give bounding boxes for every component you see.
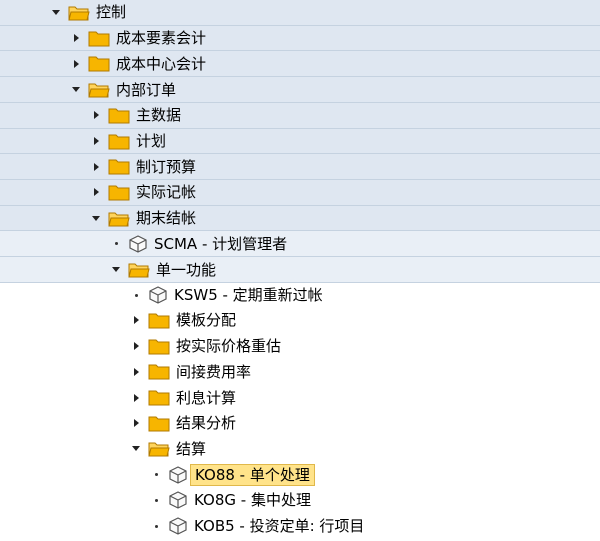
leaf-bullet-icon [150, 469, 162, 481]
tree-node[interactable]: 内部订单 [0, 76, 600, 103]
tree-node[interactable]: 制订预算 [0, 153, 600, 180]
leaf-bullet-icon [130, 289, 142, 301]
tree-node-label[interactable]: 成本要素会计 [116, 28, 206, 48]
folder-icon [148, 363, 170, 380]
folder-open-icon [128, 261, 150, 278]
expand-arrow-icon[interactable] [90, 186, 102, 198]
tree-node-label[interactable]: 间接费用率 [176, 362, 251, 382]
tree-node-label[interactable]: 模板分配 [176, 310, 236, 330]
tree-node[interactable]: 实际记帐 [0, 178, 600, 205]
tree-node-label[interactable]: 结果分析 [176, 413, 236, 433]
tree-node[interactable]: 模板分配 [0, 307, 600, 334]
tree-node-label[interactable]: 计划 [136, 131, 166, 151]
transaction-cube-icon [128, 234, 148, 254]
collapse-arrow-icon[interactable] [70, 84, 82, 96]
expand-arrow-icon[interactable] [130, 340, 142, 352]
folder-open-icon [68, 4, 90, 21]
tree-node-label[interactable]: KO8G - 集中处理 [194, 490, 311, 510]
collapse-arrow-icon[interactable] [50, 6, 62, 18]
tree-node-label[interactable]: 结算 [176, 439, 206, 459]
tree-node[interactable]: 间接费用率 [0, 358, 600, 385]
folder-icon [108, 133, 130, 150]
collapse-arrow-icon[interactable] [90, 212, 102, 224]
folder-icon [148, 338, 170, 355]
folder-open-icon [108, 210, 130, 227]
tree-node-label[interactable]: KO88 - 单个处理 [190, 463, 315, 486]
tree-node[interactable]: KO88 - 单个处理 [0, 461, 600, 488]
tree-node-label[interactable]: 控制 [96, 2, 126, 22]
tree-node-label[interactable]: 实际记帐 [136, 182, 196, 202]
tree-node[interactable]: 期末结帐 [0, 204, 600, 231]
tree-node-label[interactable]: 期末结帐 [136, 208, 196, 228]
folder-icon [148, 389, 170, 406]
collapse-arrow-icon[interactable] [130, 443, 142, 455]
tree-node[interactable]: 主数据 [0, 101, 600, 128]
folder-icon [108, 184, 130, 201]
tree-node-label[interactable]: KSW5 - 定期重新过帐 [174, 285, 323, 305]
folder-open-icon [148, 440, 170, 457]
collapse-arrow-icon[interactable] [110, 264, 122, 276]
transaction-cube-icon [168, 465, 188, 485]
folder-icon [108, 158, 130, 175]
leaf-bullet-icon [150, 520, 162, 532]
transaction-cube-icon [168, 490, 188, 510]
folder-open-icon [88, 81, 110, 98]
tree-node-label[interactable]: 单一功能 [156, 260, 216, 280]
leaf-bullet-icon [110, 238, 122, 250]
tree-node[interactable]: 结果分析 [0, 410, 600, 437]
expand-arrow-icon[interactable] [130, 392, 142, 404]
tree-node[interactable]: 成本中心会计 [0, 50, 600, 77]
tree-node[interactable]: KOB5 - 投资定单: 行项目 [0, 513, 600, 539]
tree-node-label[interactable]: 制订预算 [136, 157, 196, 177]
tree-node[interactable]: 结算 [0, 435, 600, 462]
expand-arrow-icon[interactable] [130, 314, 142, 326]
tree-node-label[interactable]: 按实际价格重估 [176, 336, 281, 356]
tree-node[interactable]: 计划 [0, 127, 600, 154]
tree-node[interactable]: 按实际价格重估 [0, 333, 600, 360]
tree-node[interactable]: KO8G - 集中处理 [0, 487, 600, 514]
folder-icon [148, 312, 170, 329]
tree-node[interactable]: 利息计算 [0, 384, 600, 411]
folder-icon [88, 55, 110, 72]
expand-arrow-icon[interactable] [130, 417, 142, 429]
tree-node[interactable]: KSW5 - 定期重新过帐 [0, 281, 600, 308]
tree-node[interactable]: 控制 [0, 0, 600, 25]
leaf-bullet-icon [150, 494, 162, 506]
tree-node-label[interactable]: 成本中心会计 [116, 54, 206, 74]
expand-arrow-icon[interactable] [90, 109, 102, 121]
tree-node-label[interactable]: 利息计算 [176, 388, 236, 408]
tree-node[interactable]: 单一功能 [0, 256, 600, 282]
folder-icon [108, 107, 130, 124]
folder-icon [148, 415, 170, 432]
tree-node-label[interactable]: 内部订单 [116, 80, 176, 100]
tree-node-label[interactable]: 主数据 [136, 105, 181, 125]
menu-tree: 控制成本要素会计 成本中心会计 内部订单主数据计划制订预算实际记帐期末结帐 SCMA … [0, 0, 600, 541]
tree-node-label[interactable]: SCMA - 计划管理者 [154, 234, 287, 254]
expand-arrow-icon[interactable] [70, 32, 82, 44]
transaction-cube-icon [168, 516, 188, 536]
expand-arrow-icon[interactable] [90, 161, 102, 173]
transaction-cube-icon [148, 285, 168, 305]
tree-node[interactable]: 成本要素会计 [0, 24, 600, 51]
expand-arrow-icon[interactable] [90, 135, 102, 147]
expand-arrow-icon[interactable] [70, 58, 82, 70]
tree-node[interactable]: SCMA - 计划管理者 [0, 230, 600, 257]
folder-icon [88, 30, 110, 47]
tree-node-label[interactable]: KOB5 - 投资定单: 行项目 [194, 516, 364, 536]
expand-arrow-icon[interactable] [130, 366, 142, 378]
